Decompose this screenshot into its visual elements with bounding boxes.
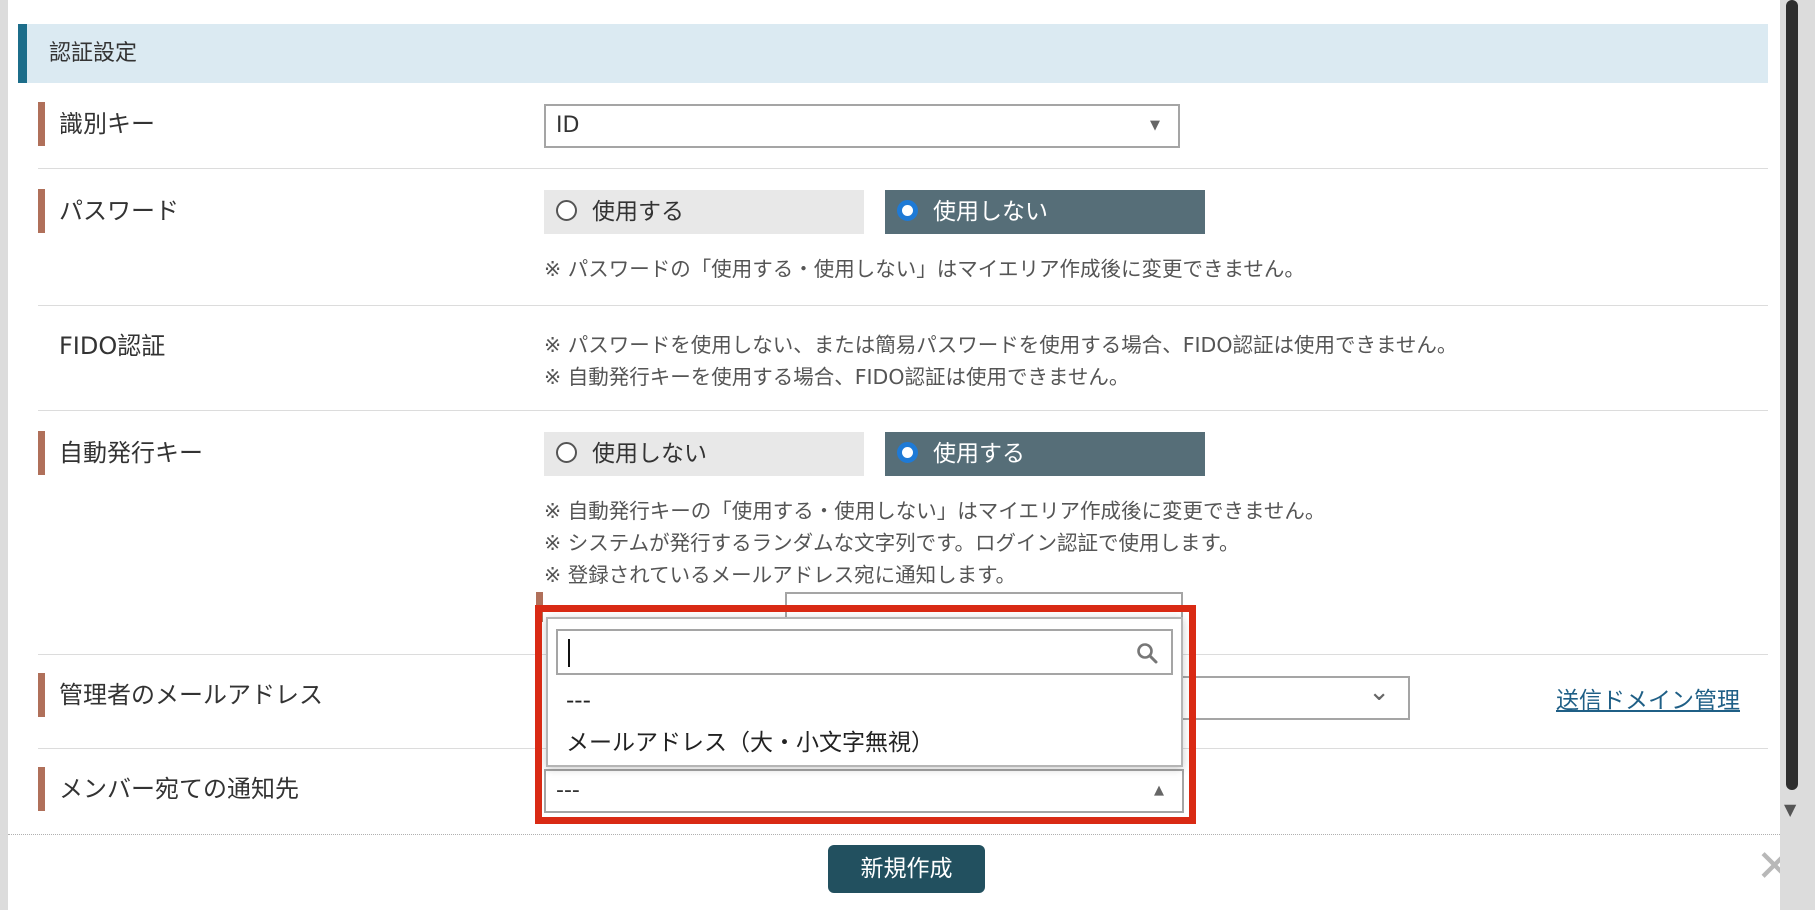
auto-key-use-label: 使用する [933,441,1025,467]
auto-key-note-2: ※ システムが発行するランダムな文字列です。ログイン認証で使用します。 [544,531,1240,555]
scroll-down-icon[interactable]: ▼ [1784,800,1796,819]
radio-checked-icon [897,442,918,463]
close-icon[interactable]: ✕ [1756,845,1780,889]
password-label: パスワード [38,189,179,233]
auto-key-label: 自動発行キー [38,431,203,475]
sub-row-marker [536,592,543,622]
identifier-key-value: ID [556,113,580,138]
divider [38,410,1768,411]
password-use-radio[interactable]: 使用する [544,190,864,234]
divider [38,305,1768,306]
password-note: ※ パスワードの「使用する・使用しない」はマイエリア作成後に変更できません。 [544,257,1305,281]
notify-dropdown-list: --- メールアドレス（大・小文字無視） [546,617,1183,767]
create-button[interactable]: 新規作成 [828,845,985,893]
section-title: 認証設定 [18,24,1768,83]
divider [38,168,1768,169]
auto-key-note-3: ※ 登録されているメールアドレス宛に通知します。 [544,563,1017,587]
fido-note-1: ※ パスワードを使用しない、または簡易パスワードを使用する場合、FIDO認証は使… [544,333,1458,357]
radio-unchecked-icon [556,200,577,221]
dropdown-option[interactable]: --- [566,688,591,714]
dropdown-arrow-icon: ▼ [1150,118,1160,133]
dropdown-option[interactable]: メールアドレス（大・小文字無視） [566,723,934,757]
scrollbar-thumb[interactable] [1786,0,1798,790]
fido-label: FIDO認証 [59,332,166,360]
radio-checked-icon [897,200,918,221]
search-icon [1137,643,1158,664]
admin-email-select[interactable]: ⌄ [1178,676,1410,720]
identifier-key-select[interactable]: ID ▼ [544,104,1180,148]
identifier-key-label: 識別キー [38,102,155,146]
password-nouse-radio[interactable]: 使用しない [885,190,1205,234]
auto-key-nouse-label: 使用しない [592,441,707,467]
sending-domain-link[interactable]: 送信ドメイン管理 [1556,681,1740,715]
scrollbar[interactable] [1782,0,1800,830]
dropdown-arrow-icon: ▲ [1154,783,1164,798]
admin-email-label: 管理者のメールアドレス [38,673,323,717]
dialog-panel: 認証設定 識別キー ID ▼ パスワード 使用する 使用しない ※ パスワードの… [8,0,1780,910]
text-caret [568,639,570,667]
password-use-label: 使用する [592,199,684,225]
password-nouse-label: 使用しない [933,199,1048,225]
fido-note-2: ※ 自動発行キーを使用する場合、FIDO認証は使用できません。 [544,365,1130,389]
auto-key-nouse-radio[interactable]: 使用しない [544,432,864,476]
auto-key-note-1: ※ 自動発行キーの「使用する・使用しない」はマイエリア作成後に変更できません。 [544,499,1326,523]
chevron-down-icon: ⌄ [1368,677,1390,707]
member-notify-value: --- [556,778,580,803]
auto-key-use-radio[interactable]: 使用する [885,432,1205,476]
dropdown-search-input[interactable] [556,629,1173,675]
radio-unchecked-icon [556,442,577,463]
member-notify-label: メンバー宛ての通知先 [38,767,299,811]
member-notify-select[interactable]: --- ▲ [544,769,1184,813]
